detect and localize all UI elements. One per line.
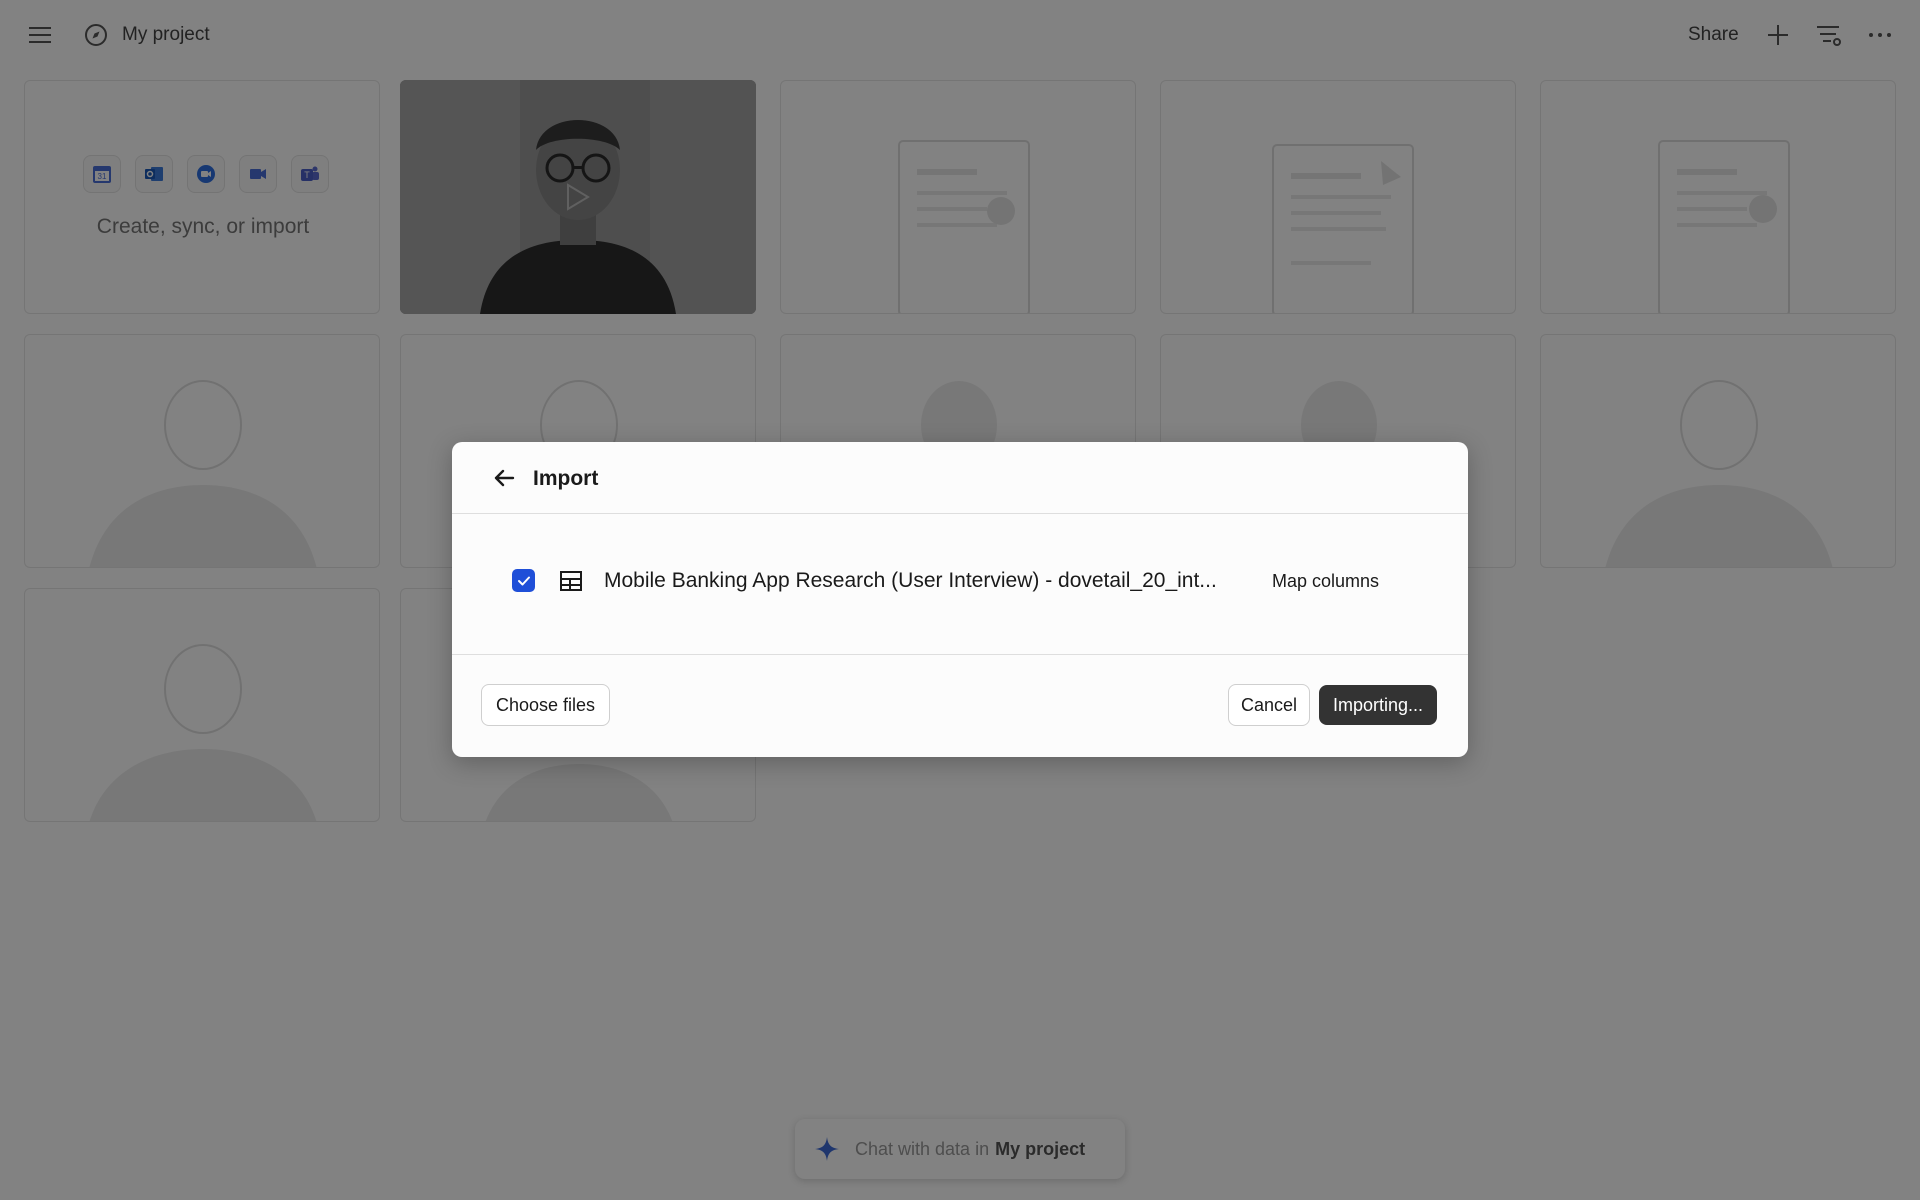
back-arrow-icon[interactable]: [490, 464, 518, 492]
dialog-footer: Choose files Cancel Importing...: [452, 656, 1468, 757]
dialog-body: Mobile Banking App Research (User Interv…: [452, 515, 1468, 655]
file-checkbox[interactable]: [512, 569, 535, 592]
dialog-title: Import: [533, 467, 599, 490]
map-columns-link[interactable]: Map columns: [1272, 567, 1379, 595]
checkmark-icon: [517, 576, 530, 585]
file-name: Mobile Banking App Research (User Interv…: [604, 569, 1217, 592]
dialog-header: Import: [452, 442, 1468, 514]
choose-files-button[interactable]: Choose files: [481, 684, 610, 726]
importing-button[interactable]: Importing...: [1319, 685, 1437, 725]
import-dialog: Import Mobile Banking App Research (User…: [452, 442, 1468, 757]
cancel-button[interactable]: Cancel: [1228, 684, 1310, 726]
file-row: Mobile Banking App Research (User Interv…: [512, 567, 1272, 595]
table-icon: [560, 571, 582, 591]
